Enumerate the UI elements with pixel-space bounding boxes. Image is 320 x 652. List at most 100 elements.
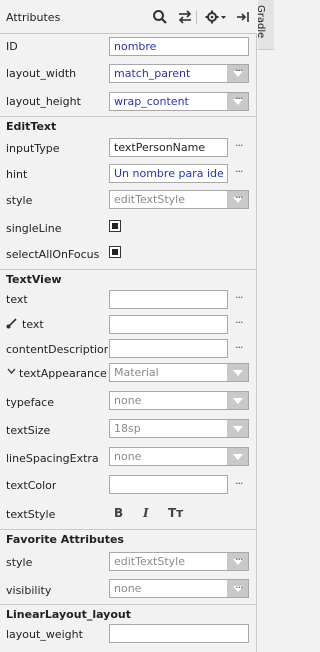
style-dropdown[interactable]: editTextStyle — [109, 190, 249, 209]
panel-title: Attributes — [6, 11, 61, 24]
expand-caret-icon[interactable] — [7, 368, 16, 378]
more-options-button[interactable]: ··· — [235, 581, 243, 594]
dropdown-value: wrap_content — [114, 95, 189, 108]
row-contentdescription: contentDescriptior ··· — [0, 338, 257, 362]
attr-label: typeface — [6, 396, 55, 409]
dropdown-value: none — [114, 582, 142, 595]
selectallonfocus-checkbox[interactable] — [109, 246, 121, 258]
attr-label: visibility — [6, 584, 52, 597]
row-id: ID nombre — [0, 36, 257, 58]
attr-label: contentDescriptior — [6, 343, 108, 356]
row-inputtype: inputType textPersonName ··· — [0, 136, 257, 160]
row-singleline: singleLine — [0, 216, 257, 240]
row-textsize: textSize 18sp — [0, 418, 257, 442]
more-options-button[interactable]: ··· — [235, 139, 243, 152]
section-title: EditText — [6, 120, 57, 133]
attr-label: inputType — [6, 142, 60, 155]
attr-label: style — [6, 556, 33, 569]
linespacingextra-dropdown[interactable]: none — [109, 447, 249, 466]
layout-width-dropdown[interactable]: match_parent — [109, 64, 249, 83]
row-text-tools: text ··· — [0, 313, 257, 337]
text-input[interactable] — [109, 290, 228, 309]
chevron-down-icon[interactable] — [227, 448, 248, 465]
more-options-button[interactable]: ··· — [235, 553, 243, 566]
dropdown-value: none — [114, 394, 142, 407]
typeface-dropdown[interactable]: none — [109, 391, 249, 410]
attr-label: selectAllOnFocus — [6, 248, 100, 261]
section-textview: TextView — [0, 269, 257, 289]
row-style: style editTextStyle ··· — [0, 188, 257, 212]
all-caps-button[interactable]: Tт — [168, 506, 183, 520]
dropdown-value: none — [114, 450, 142, 463]
attr-label: style — [6, 194, 33, 207]
attr-label: layout_weight — [6, 628, 83, 641]
attributes-toolbar: Attributes — [0, 0, 257, 34]
attr-label: lineSpacingExtra — [6, 452, 99, 465]
bold-button[interactable]: B — [114, 506, 123, 520]
section-title: Favorite Attributes — [6, 533, 124, 546]
chevron-down-icon[interactable] — [227, 392, 248, 409]
chevron-down-icon[interactable] — [227, 420, 248, 437]
dropdown-value: editTextStyle — [114, 193, 185, 206]
row-favorite-style: style editTextStyle ··· — [0, 550, 257, 574]
attr-label: textAppearance — [19, 367, 107, 380]
attr-label: text — [22, 318, 44, 331]
text-tools-input[interactable] — [109, 315, 228, 334]
contentdescription-input[interactable] — [109, 339, 228, 358]
more-options-button[interactable]: ··· — [235, 477, 243, 490]
textappearance-dropdown[interactable]: Material — [109, 363, 249, 382]
pin-icon[interactable] — [234, 7, 252, 27]
section-linearlayout: LinearLayout_layout — [0, 604, 257, 624]
textcolor-input[interactable] — [109, 475, 228, 494]
gradle-tab-label[interactable]: Gradle — [255, 5, 266, 38]
row-textappearance: textAppearance Material — [0, 362, 257, 386]
layout-height-dropdown[interactable]: wrap_content — [109, 92, 249, 111]
row-selectallonfocus: selectAllOnFocus — [0, 242, 257, 266]
section-edittext: EditText — [0, 116, 257, 136]
attr-label: textColor — [6, 479, 57, 492]
attr-label: hint — [6, 168, 28, 181]
attr-label: textStyle — [6, 508, 56, 521]
attr-label: layout_width — [6, 67, 77, 80]
inputtype-input[interactable]: textPersonName — [109, 138, 228, 157]
more-options-button[interactable]: ··· — [235, 316, 243, 329]
section-title: TextView — [6, 273, 62, 286]
textsize-dropdown[interactable]: 18sp — [109, 419, 249, 438]
dropdown-value: 18sp — [114, 422, 141, 435]
attr-label: text — [6, 293, 28, 306]
dropdown-value: editTextStyle — [114, 555, 185, 568]
row-hint: hint Un nombre para ide ··· — [0, 162, 257, 186]
attr-label: textSize — [6, 424, 51, 437]
layout-weight-input[interactable] — [109, 624, 249, 643]
gear-icon[interactable] — [204, 7, 228, 27]
row-layout-width: layout_width match_parent ··· — [0, 61, 257, 85]
id-input[interactable]: nombre — [109, 37, 249, 56]
row-typeface: typeface none — [0, 390, 257, 414]
row-visibility: visibility none ··· — [0, 578, 257, 602]
more-options-button[interactable]: ··· — [235, 165, 243, 178]
hint-input[interactable]: Un nombre para ide — [109, 164, 228, 183]
search-icon[interactable] — [151, 7, 169, 27]
attributes-panel: Attributes ID nombre layout_width match_… — [0, 0, 257, 652]
brush-icon — [6, 318, 17, 332]
singleline-checkbox[interactable] — [109, 220, 121, 232]
dropdown-value: Material — [114, 366, 159, 379]
row-layout-weight: layout_weight — [0, 624, 257, 646]
more-options-button[interactable]: ··· — [235, 191, 243, 204]
swap-icon[interactable] — [176, 7, 194, 27]
favorite-style-dropdown[interactable]: editTextStyle — [109, 552, 249, 571]
row-textstyle: textStyle B I Tт — [0, 502, 257, 526]
italic-button[interactable]: I — [143, 506, 149, 520]
attr-label: singleLine — [6, 222, 62, 235]
more-options-button[interactable]: ··· — [235, 64, 243, 77]
dropdown-value: match_parent — [114, 67, 191, 80]
more-options-button[interactable]: ··· — [235, 341, 243, 354]
chevron-down-icon[interactable] — [227, 364, 248, 381]
more-options-button[interactable]: ··· — [235, 291, 243, 304]
more-options-button[interactable]: ··· — [235, 92, 243, 105]
attr-label: layout_height — [6, 95, 81, 108]
row-layout-height: layout_height wrap_content ··· — [0, 89, 257, 113]
attr-label: ID — [6, 40, 18, 53]
side-tool-strip — [257, 0, 274, 652]
visibility-dropdown[interactable]: none — [109, 579, 249, 598]
